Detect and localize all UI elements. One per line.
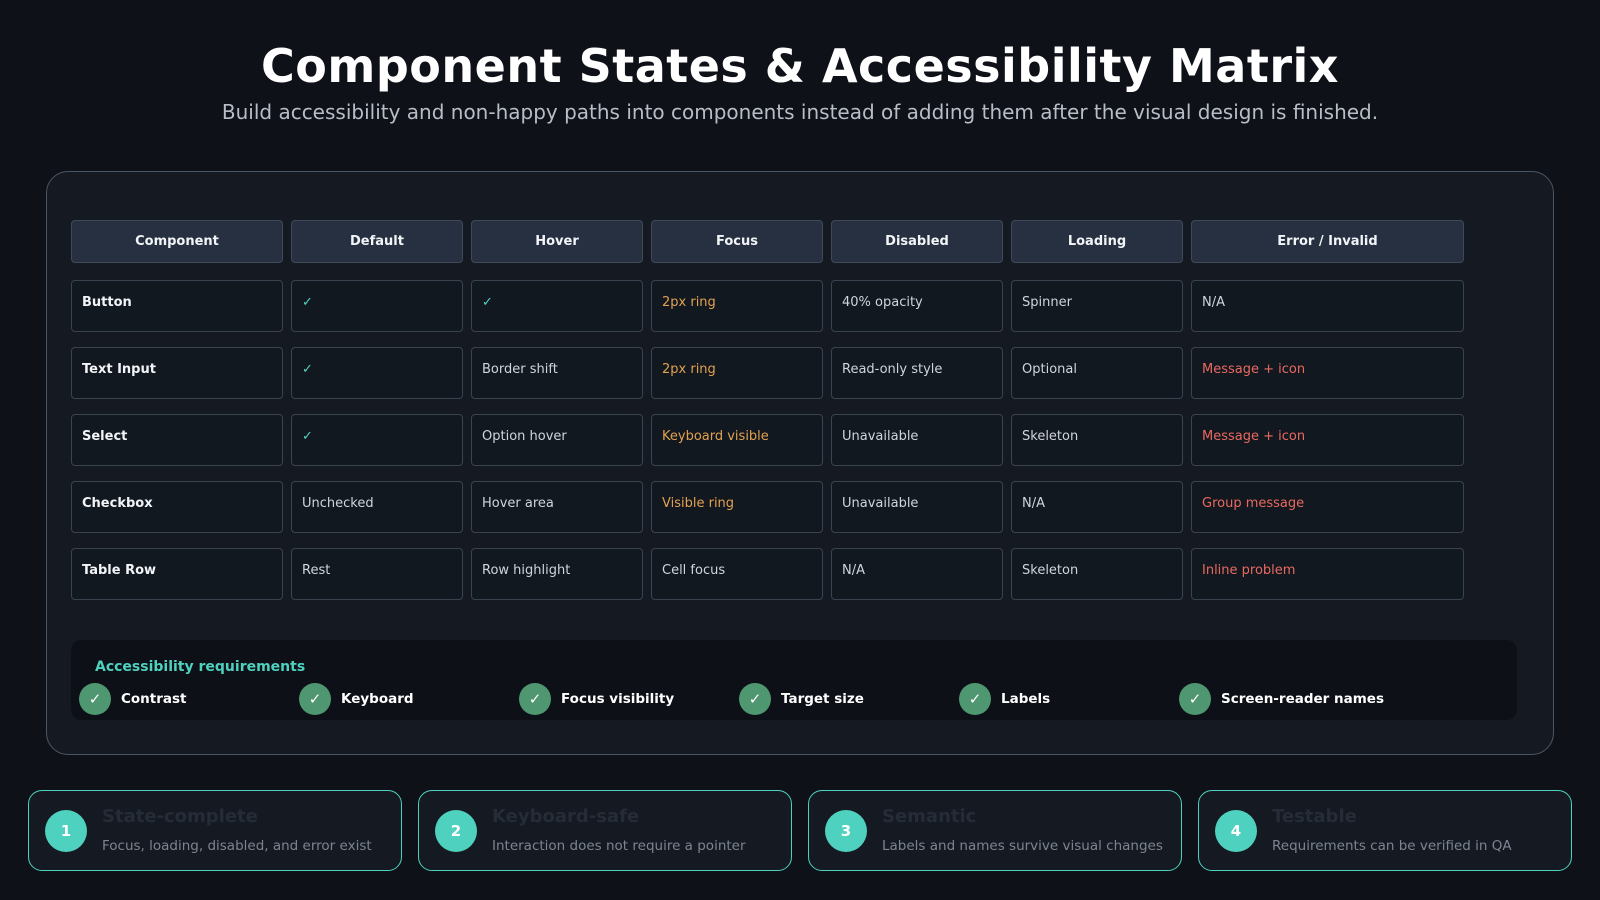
requirement-screen-reader-names: ✓ Screen-reader names (1179, 683, 1384, 715)
requirement-target-size: ✓ Target size (739, 683, 864, 715)
requirement-labels: ✓ Labels (959, 683, 1050, 715)
column-header-component: Component (71, 220, 283, 263)
focus-state: 2px ring (651, 347, 823, 399)
principle-card-keyboard-safe: 2 Keyboard-safe Interaction does not req… (418, 790, 792, 871)
loading-state: Skeleton (1011, 414, 1183, 466)
hover-state: Border shift (471, 347, 643, 399)
step-number-badge: 4 (1215, 810, 1257, 852)
check-icon: ✓ (739, 683, 771, 715)
table-row: Table Row Rest Row highlight Cell focus … (71, 548, 1464, 600)
step-number-badge: 2 (435, 810, 477, 852)
hover-state: Row highlight (471, 548, 643, 600)
requirement-keyboard: ✓ Keyboard (299, 683, 414, 715)
focus-state: Visible ring (651, 481, 823, 533)
focus-state: Keyboard visible (651, 414, 823, 466)
check-icon: ✓ (79, 683, 111, 715)
disabled-state: N/A (831, 548, 1003, 600)
loading-state: Skeleton (1011, 548, 1183, 600)
requirements-title: Accessibility requirements (95, 659, 306, 675)
requirement-label: Screen-reader names (1221, 691, 1384, 707)
table-row: Text Input ✓ Border shift 2px ring Read-… (71, 347, 1464, 399)
check-icon: ✓ (519, 683, 551, 715)
table-row: Checkbox Unchecked Hover area Visible ri… (71, 481, 1464, 533)
component-name: Button (71, 280, 283, 332)
default-state: ✓ (291, 414, 463, 466)
requirement-label: Keyboard (341, 691, 414, 707)
principle-title: Semantic (882, 806, 977, 827)
loading-state: Optional (1011, 347, 1183, 399)
error-state: Inline problem (1191, 548, 1464, 600)
table-row: Button ✓ ✓ 2px ring 40% opacity Spinner … (71, 280, 1464, 332)
requirement-label: Target size (781, 691, 864, 707)
principle-title: Testable (1272, 806, 1357, 827)
focus-state: 2px ring (651, 280, 823, 332)
error-state: Group message (1191, 481, 1464, 533)
column-header-hover: Hover (471, 220, 643, 263)
error-state: Message + icon (1191, 347, 1464, 399)
hover-state: Hover area (471, 481, 643, 533)
principle-card-semantic: 3 Semantic Labels and names survive visu… (808, 790, 1182, 871)
principle-description: Focus, loading, disabled, and error exis… (102, 838, 372, 854)
disabled-state: Read-only style (831, 347, 1003, 399)
column-header-disabled: Disabled (831, 220, 1003, 263)
page: Component States & Accessibility Matrix … (0, 0, 1600, 900)
principle-description: Requirements can be verified in QA (1272, 838, 1512, 854)
requirement-label: Labels (1001, 691, 1051, 707)
default-state: ✓ (291, 347, 463, 399)
requirement-label: Focus visibility (561, 691, 675, 707)
error-state: N/A (1191, 280, 1464, 332)
step-number-badge: 1 (45, 810, 87, 852)
column-header-default: Default (291, 220, 463, 263)
step-number-badge: 3 (825, 810, 867, 852)
page-subtitle: Build accessibility and non-happy paths … (221, 100, 1379, 124)
disabled-state: Unavailable (831, 414, 1003, 466)
table-row: Select ✓ Option hover Keyboard visible U… (71, 414, 1464, 466)
loading-state: Spinner (1011, 280, 1183, 332)
default-state: Rest (291, 548, 463, 600)
requirement-focus-visibility: ✓ Focus visibility (519, 683, 674, 715)
hover-state: Option hover (471, 414, 643, 466)
principle-card-testable: 4 Testable Requirements can be verified … (1198, 790, 1572, 871)
principle-description: Labels and names survive visual changes (882, 838, 1163, 854)
principle-title: State-complete (102, 806, 258, 827)
component-name: Select (71, 414, 283, 466)
accessibility-requirements: Accessibility requirements ✓ Contrast ✓ … (71, 640, 1517, 720)
hover-state: ✓ (471, 280, 643, 332)
requirement-label: Contrast (121, 691, 187, 707)
page-title: Component States & Accessibility Matrix (261, 39, 1339, 93)
column-header-loading: Loading (1011, 220, 1183, 263)
check-icon: ✓ (1179, 683, 1211, 715)
matrix-header-row: Component Default Hover Focus Disabled L… (71, 220, 1464, 263)
principle-description: Interaction does not require a pointer (492, 838, 746, 854)
column-header-error: Error / Invalid (1191, 220, 1464, 263)
loading-state: N/A (1011, 481, 1183, 533)
check-icon: ✓ (299, 683, 331, 715)
component-name: Table Row (71, 548, 283, 600)
check-icon: ✓ (959, 683, 991, 715)
default-state: Unchecked (291, 481, 463, 533)
disabled-state: Unavailable (831, 481, 1003, 533)
requirement-contrast: ✓ Contrast (79, 683, 187, 715)
matrix-panel: Component Default Hover Focus Disabled L… (46, 171, 1554, 755)
component-name: Text Input (71, 347, 283, 399)
column-header-focus: Focus (651, 220, 823, 263)
principle-title: Keyboard-safe (492, 806, 640, 827)
principle-card-state-complete: 1 State-complete Focus, loading, disable… (28, 790, 402, 871)
component-name: Checkbox (71, 481, 283, 533)
default-state: ✓ (291, 280, 463, 332)
error-state: Message + icon (1191, 414, 1464, 466)
focus-state: Cell focus (651, 548, 823, 600)
disabled-state: 40% opacity (831, 280, 1003, 332)
